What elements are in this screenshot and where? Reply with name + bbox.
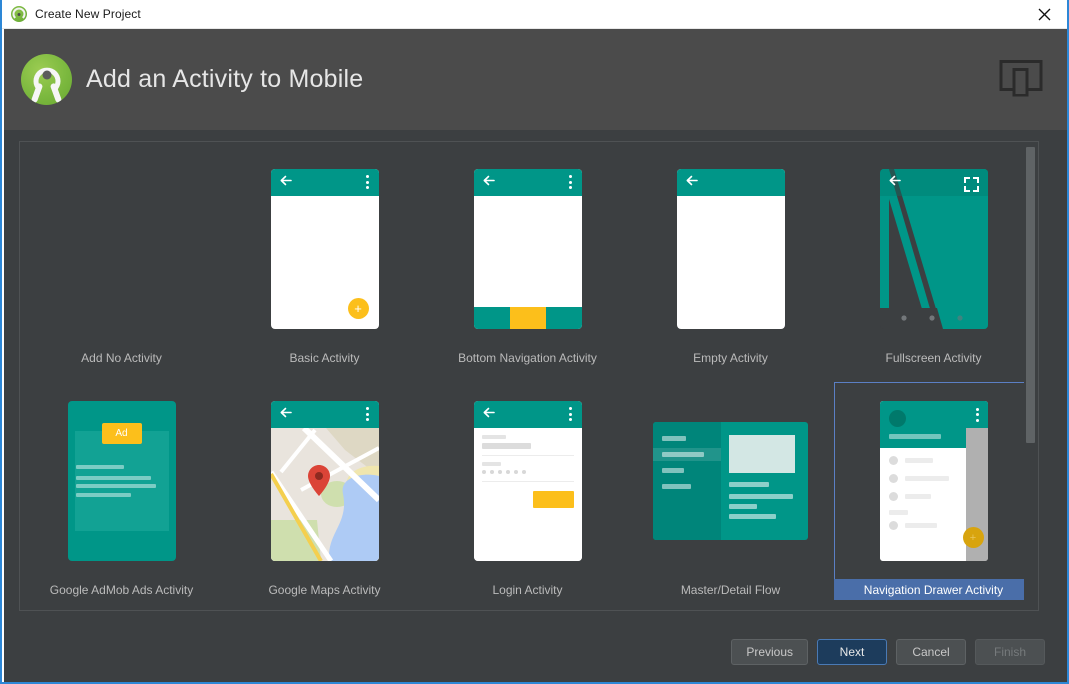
activity-card-empty-activity[interactable]: Empty Activity xyxy=(629,150,832,368)
window-titlebar: Create New Project xyxy=(2,0,1067,29)
back-arrow-icon xyxy=(686,173,698,191)
finish-button: Finish xyxy=(975,638,1045,665)
bottom-navigation-bar xyxy=(473,306,582,329)
wizard-footer: Previous Next Cancel Finish xyxy=(4,621,1067,682)
overflow-menu-icon xyxy=(365,175,369,189)
activity-label: Bottom Navigation Activity xyxy=(458,351,597,365)
activity-label: Google Maps Activity xyxy=(268,583,381,597)
gallery-scrollbar[interactable] xyxy=(1024,143,1037,609)
window-title: Create New Project xyxy=(35,7,141,21)
thumbnail-master-detail xyxy=(653,421,808,540)
activity-card-fullscreen-activity[interactable]: Fullscreen Activity xyxy=(832,150,1035,368)
activity-grid: Add No Activity + Basic Activity Bottom … xyxy=(20,150,1034,600)
activity-label: Add No Activity xyxy=(81,351,162,365)
activity-gallery[interactable]: Add No Activity + Basic Activity Bottom … xyxy=(19,141,1039,611)
fullscreen-expand-icon xyxy=(963,176,979,192)
android-studio-icon xyxy=(11,6,27,22)
cancel-button[interactable]: Cancel xyxy=(896,638,966,665)
back-arrow-icon xyxy=(280,405,292,423)
overflow-menu-icon xyxy=(365,407,369,421)
wizard-header: Add an Activity to Mobile xyxy=(4,29,1067,131)
activity-card-bottom-navigation-activity[interactable]: Bottom Navigation Activity xyxy=(426,150,629,368)
thumbnail-admob: Ad xyxy=(67,400,176,561)
activity-label: Login Activity xyxy=(492,583,563,597)
create-new-project-dialog: Create New Project Add an Activity to Mo… xyxy=(0,0,1069,684)
activity-card-google-admob-ads-activity[interactable]: Ad Google AdMob Ads Activity xyxy=(20,382,223,600)
activity-card-add-no-activity[interactable]: Add No Activity xyxy=(20,150,223,368)
thumbnail-empty xyxy=(676,168,785,329)
overflow-menu-icon xyxy=(975,407,979,422)
avatar xyxy=(888,410,906,427)
back-arrow-icon xyxy=(889,173,901,191)
activity-label: Empty Activity xyxy=(693,351,768,365)
activity-label: Fullscreen Activity xyxy=(885,351,982,365)
back-arrow-icon xyxy=(483,173,495,191)
overflow-menu-icon xyxy=(568,407,572,421)
thumbnail-none xyxy=(20,150,223,347)
previous-button[interactable]: Previous xyxy=(731,638,808,665)
activity-label: Navigation Drawer Activity xyxy=(834,579,1033,600)
mobile-device-icon xyxy=(999,58,1043,101)
activity-card-google-maps-activity[interactable]: Google Maps Activity xyxy=(223,382,426,600)
thumbnail-fullscreen xyxy=(879,168,988,329)
gallery-scrollbar-thumb[interactable] xyxy=(1026,147,1035,443)
back-arrow-icon xyxy=(483,405,495,423)
activity-card-basic-activity[interactable]: + Basic Activity xyxy=(223,150,426,368)
ad-badge: Ad xyxy=(101,422,142,444)
floating-action-button-icon: + xyxy=(962,527,984,548)
overflow-menu-icon xyxy=(568,175,572,189)
page-title: Add an Activity to Mobile xyxy=(86,65,364,93)
activity-card-master-detail-flow[interactable]: Master/Detail Flow xyxy=(629,382,832,600)
back-arrow-icon xyxy=(280,173,292,191)
floating-action-button-icon: + xyxy=(347,297,369,319)
close-icon[interactable] xyxy=(1021,0,1067,29)
activity-label: Google AdMob Ads Activity xyxy=(49,583,194,597)
thumbnail-nav-drawer: + xyxy=(879,401,988,561)
thumbnail-maps xyxy=(270,400,379,561)
activity-card-navigation-drawer-activity[interactable]: + Navigation Drawer Activity xyxy=(832,382,1035,600)
login-form-preview xyxy=(473,427,582,561)
thumbnail-login xyxy=(473,400,582,561)
thumbnail-bottom-nav xyxy=(473,168,582,329)
next-button[interactable]: Next xyxy=(817,638,887,665)
android-studio-logo xyxy=(21,54,72,105)
thumbnail-basic: + xyxy=(270,168,379,329)
activity-label: Master/Detail Flow xyxy=(680,583,781,597)
activity-gallery-panel: Add No Activity + Basic Activity Bottom … xyxy=(4,131,1067,621)
activity-card-login-activity[interactable]: Login Activity xyxy=(426,382,629,600)
map-preview xyxy=(270,427,379,561)
activity-label: Basic Activity xyxy=(289,351,360,365)
